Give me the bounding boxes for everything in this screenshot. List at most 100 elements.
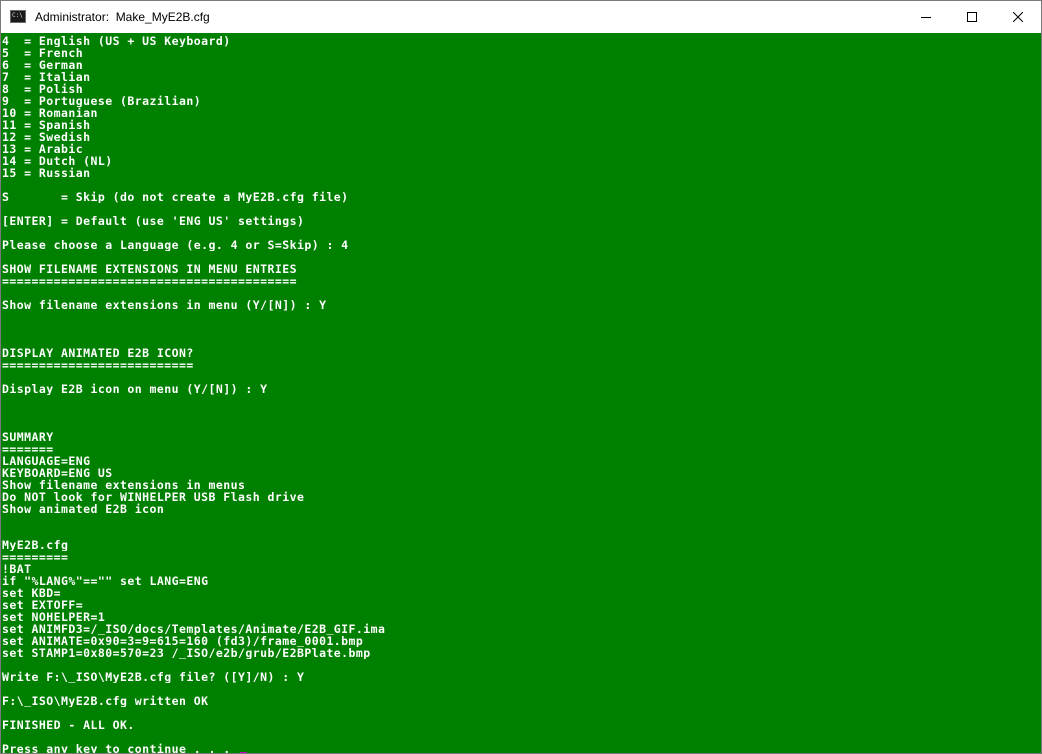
console-line: 15 = Russian: [2, 167, 1038, 179]
console-line: Please choose a Language (e.g. 4 or S=Sk…: [2, 239, 1038, 251]
console-line-text: Do NOT look for WINHELPER USB Flash driv…: [2, 491, 305, 503]
console-line: set EXTOFF=: [2, 599, 1038, 611]
console-line-text: SHOW FILENAME EXTENSIONS IN MENU ENTRIES: [2, 263, 297, 275]
close-icon: [1013, 12, 1023, 22]
console-line-text: 11 = Spanish: [2, 119, 91, 131]
console-line: SHOW FILENAME EXTENSIONS IN MENU ENTRIES: [2, 263, 1038, 275]
console-line: set KBD=: [2, 587, 1038, 599]
console-output[interactable]: 4 = English (US + US Keyboard) 5 = French…: [1, 33, 1041, 753]
console-line: =======: [2, 443, 1038, 455]
console-line-text: S = Skip (do not create a MyE2B.cfg file…: [2, 191, 349, 203]
console-line-text: set KBD=: [2, 587, 61, 599]
console-line-text: 10 = Romanian: [2, 107, 98, 119]
console-line: [ENTER] = Default (use 'ENG US' settings…: [2, 215, 1038, 227]
console-line: F:\_ISO\MyE2B.cfg written OK: [2, 695, 1038, 707]
console-line-text: set ANIMFD3=/_ISO/docs/Templates/Animate…: [2, 623, 386, 635]
console-line: set STAMP1=0x80=570=23 /_ISO/e2b/grub/E2…: [2, 647, 1038, 659]
console-line-text: KEYBOARD=ENG US: [2, 467, 113, 479]
console-line: 11 = Spanish: [2, 119, 1038, 131]
console-line: !BAT: [2, 563, 1038, 575]
console-line: SUMMARY: [2, 431, 1038, 443]
console-line-text: ========================================: [2, 275, 297, 287]
console-line-text: LANGUAGE=ENG: [2, 455, 91, 467]
console-line: KEYBOARD=ENG US: [2, 467, 1038, 479]
console-line-text: 15 = Russian: [2, 167, 91, 179]
console-line-text: Show filename extensions in menu (Y/[N])…: [2, 299, 327, 311]
console-line: FINISHED - ALL OK.: [2, 719, 1038, 731]
console-line: Show animated E2B icon: [2, 503, 1038, 515]
console-line: S = Skip (do not create a MyE2B.cfg file…: [2, 191, 1038, 203]
console-line-text: FINISHED - ALL OK.: [2, 719, 135, 731]
console-line: Do NOT look for WINHELPER USB Flash driv…: [2, 491, 1038, 503]
console-line: set ANIMATE=0x90=3=9=615=160 (fd3)/frame…: [2, 635, 1038, 647]
console-line-text: set NOHELPER=1: [2, 611, 106, 623]
console-line: =========: [2, 551, 1038, 563]
console-line-text: DISPLAY ANIMATED E2B ICON?: [2, 347, 194, 359]
console-line-text: 7 = Italian: [2, 71, 91, 83]
console-line-text: 14 = Dutch (NL): [2, 155, 113, 167]
console-line-text: 4 = English (US + US Keyboard): [2, 35, 231, 47]
console-line: Write F:\_ISO\MyE2B.cfg file? ([Y]/N) : …: [2, 671, 1038, 683]
console-line-text: Please choose a Language (e.g. 4 or S=Sk…: [2, 239, 349, 251]
console-line-text: 6 = German: [2, 59, 84, 71]
console-line: DISPLAY ANIMATED E2B ICON?: [2, 347, 1038, 359]
console-line: if "%LANG%"=="" set LANG=ENG: [2, 575, 1038, 587]
window-title: Administrator: Make_MyE2B.cfg: [35, 10, 210, 24]
title-bar[interactable]: C:\ Administrator: Make_MyE2B.cfg: [1, 1, 1041, 33]
console-line: 5 = French: [2, 47, 1038, 59]
console-line: Display E2B icon on menu (Y/[N]) : Y: [2, 383, 1038, 395]
console-line-text: =======: [2, 443, 54, 455]
console-line-text: set STAMP1=0x80=570=23 /_ISO/e2b/grub/E2…: [2, 647, 371, 659]
console-line-text: 8 = Polish: [2, 83, 84, 95]
console-line: 7 = Italian: [2, 71, 1038, 83]
console-lines: 4 = English (US + US Keyboard) 5 = French…: [2, 35, 1038, 753]
console-line-text: F:\_ISO\MyE2B.cfg written OK: [2, 695, 209, 707]
console-line: LANGUAGE=ENG: [2, 455, 1038, 467]
console-line: set NOHELPER=1: [2, 611, 1038, 623]
console-line: Show filename extensions in menus: [2, 479, 1038, 491]
close-button[interactable]: [995, 1, 1041, 33]
console-line-text: 9 = Portuguese (Brazilian): [2, 95, 202, 107]
text-cursor: [239, 752, 247, 753]
console-line: 10 = Romanian: [2, 107, 1038, 119]
console-line: ==========================: [2, 359, 1038, 371]
console-line: 4 = English (US + US Keyboard): [2, 35, 1038, 47]
console-icon[interactable]: C:\: [10, 10, 26, 23]
minimize-icon: [921, 17, 931, 18]
console-line-text: Display E2B icon on menu (Y/[N]) : Y: [2, 383, 268, 395]
console-line-text: Show animated E2B icon: [2, 503, 165, 515]
console-line: 12 = Swedish: [2, 131, 1038, 143]
console-line-text: Show filename extensions in menus: [2, 479, 246, 491]
console-line-text: ==========================: [2, 359, 194, 371]
minimize-button[interactable]: [903, 1, 949, 33]
console-line-text: =========: [2, 551, 69, 563]
console-line-text: set EXTOFF=: [2, 599, 84, 611]
maximize-icon: [967, 12, 977, 22]
console-line: MyE2B.cfg: [2, 539, 1038, 551]
console-line: 14 = Dutch (NL): [2, 155, 1038, 167]
console-line: ========================================: [2, 275, 1038, 287]
console-line-text: set ANIMATE=0x90=3=9=615=160 (fd3)/frame…: [2, 635, 364, 647]
console-line: set ANIMFD3=/_ISO/docs/Templates/Animate…: [2, 623, 1038, 635]
maximize-button[interactable]: [949, 1, 995, 33]
console-line-text: if "%LANG%"=="" set LANG=ENG: [2, 575, 209, 587]
console-icon-prompt: C:\: [12, 12, 23, 19]
console-line-text: 5 = French: [2, 47, 84, 59]
console-line-text: SUMMARY: [2, 431, 54, 443]
